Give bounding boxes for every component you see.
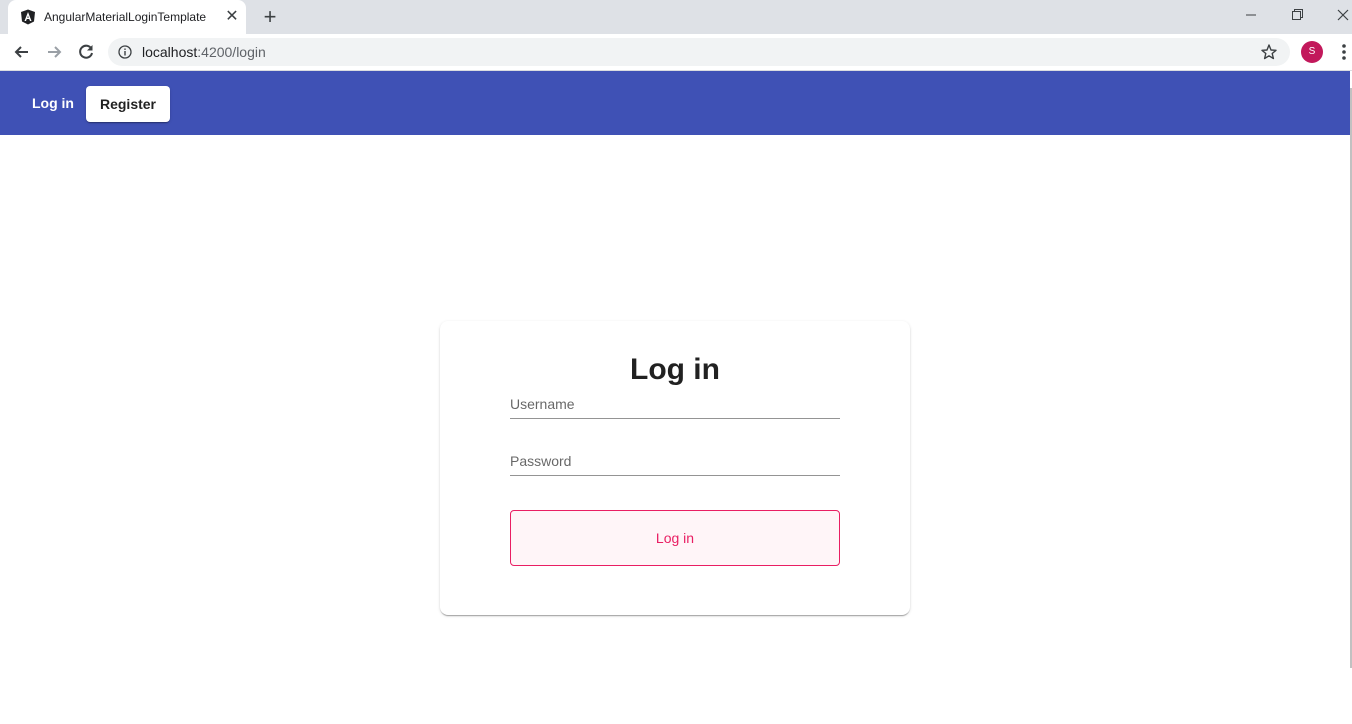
restore-icon[interactable] [1282,4,1312,26]
reload-icon[interactable] [75,41,97,63]
new-tab-icon[interactable]: + [260,6,280,28]
password-input[interactable] [510,446,840,476]
login-card: Log in Log in [440,321,910,615]
window-close-icon[interactable] [1328,4,1352,26]
url-path: :4200/login [197,44,266,60]
forward-arrow-icon[interactable] [43,41,65,63]
profile-avatar[interactable]: S [1301,41,1323,63]
tab-close-icon[interactable]: ✕ [224,9,240,25]
browser-tab-title: AngularMaterialLoginTemplate [44,10,207,24]
bookmark-star-icon[interactable] [1260,43,1278,61]
nav-register-button[interactable]: Register [86,86,170,122]
address-bar[interactable]: localhost:4200/login [108,38,1290,66]
angular-logo-icon [20,9,36,25]
minimize-icon[interactable] [1236,4,1266,26]
nav-login-button[interactable]: Log in [16,85,90,121]
back-arrow-icon[interactable] [11,41,33,63]
info-icon[interactable] [118,45,132,59]
more-vert-icon[interactable] [1336,42,1352,62]
username-input[interactable] [510,389,840,419]
login-title: Log in [630,353,720,386]
browser-toolbar: localhost:4200/login S [0,34,1352,71]
login-submit-button[interactable]: Log in [510,510,840,566]
url-text: localhost:4200/login [142,44,266,60]
app-toolbar: Log in Register [0,71,1350,135]
browser-tab[interactable]: AngularMaterialLoginTemplate ✕ [8,0,246,34]
browser-tab-strip: AngularMaterialLoginTemplate ✕ + [0,0,1352,34]
url-host: localhost [142,44,198,60]
